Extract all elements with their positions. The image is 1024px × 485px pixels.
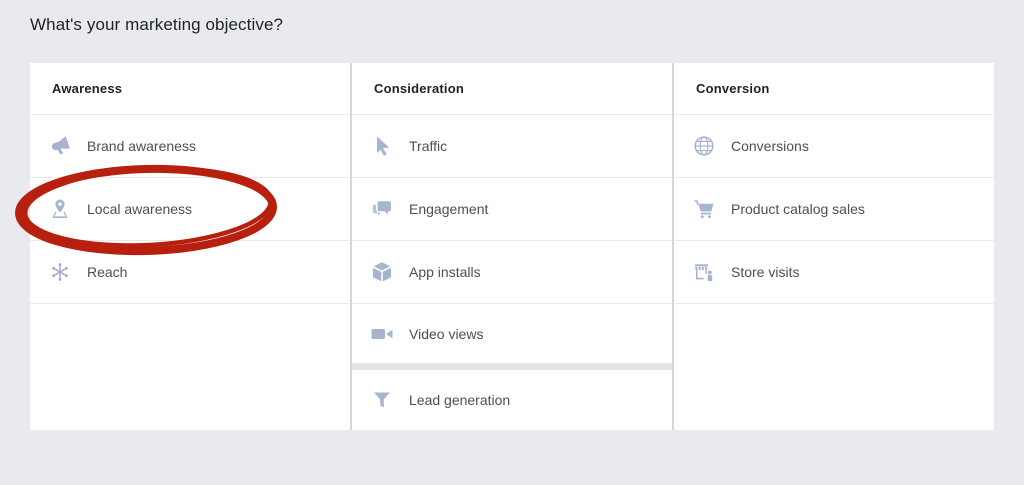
chat-bubbles-icon	[370, 197, 394, 221]
objective-item-local-awareness[interactable]: Local awareness	[30, 178, 350, 241]
objective-item-product-catalog-sales[interactable]: Product catalog sales	[674, 178, 994, 241]
objective-item-brand-awareness[interactable]: Brand awareness	[30, 115, 350, 178]
objective-item-label: Video views	[409, 326, 483, 342]
objective-item-label: Product catalog sales	[731, 201, 865, 217]
objective-item-engagement[interactable]: Engagement	[352, 178, 672, 241]
column-header-consideration: Consideration	[352, 63, 672, 115]
objective-item-label: Lead generation	[409, 392, 510, 408]
objective-item-label: Conversions	[731, 138, 809, 154]
column-consideration: Consideration Traffic Engagement App instal…	[352, 63, 672, 430]
video-camera-icon	[370, 322, 394, 346]
page-title: What's your marketing objective?	[30, 13, 283, 37]
column-conversion: Conversion Conversions Product catalog sal…	[674, 63, 994, 430]
objective-item-label: Local awareness	[87, 201, 192, 217]
cursor-icon	[370, 134, 394, 158]
location-pin-icon	[48, 197, 72, 221]
funnel-icon	[370, 388, 394, 412]
objective-item-label: Brand awareness	[87, 138, 196, 154]
objective-item-label: Engagement	[409, 201, 488, 217]
objective-item-lead-generation[interactable]: Lead generation	[352, 370, 672, 430]
storefront-icon	[692, 260, 716, 284]
empty-cell	[30, 304, 350, 430]
objective-item-label: Traffic	[409, 138, 447, 154]
burst-icon	[48, 260, 72, 284]
empty-cell	[674, 304, 994, 430]
objective-item-label: Store visits	[731, 264, 799, 280]
shopping-cart-icon	[692, 197, 716, 221]
objective-item-traffic[interactable]: Traffic	[352, 115, 672, 178]
column-header-awareness: Awareness	[30, 63, 350, 115]
column-awareness: Awareness Brand awareness Local awareness R…	[30, 63, 350, 430]
objective-table: Awareness Brand awareness Local awareness R…	[30, 63, 994, 430]
objective-item-video-views[interactable]: Video views	[352, 304, 672, 364]
globe-icon	[692, 134, 716, 158]
objective-selector-screen: What's your marketing objective? Awarene…	[0, 0, 1024, 485]
objective-item-store-visits[interactable]: Store visits	[674, 241, 994, 304]
objective-item-app-installs[interactable]: App installs	[352, 241, 672, 304]
megaphone-icon	[48, 134, 72, 158]
cube-icon	[370, 260, 394, 284]
objective-item-reach[interactable]: Reach	[30, 241, 350, 304]
objective-item-conversions[interactable]: Conversions	[674, 115, 994, 178]
objective-item-label: App installs	[409, 264, 481, 280]
objective-item-label: Reach	[87, 264, 127, 280]
column-header-conversion: Conversion	[674, 63, 994, 115]
